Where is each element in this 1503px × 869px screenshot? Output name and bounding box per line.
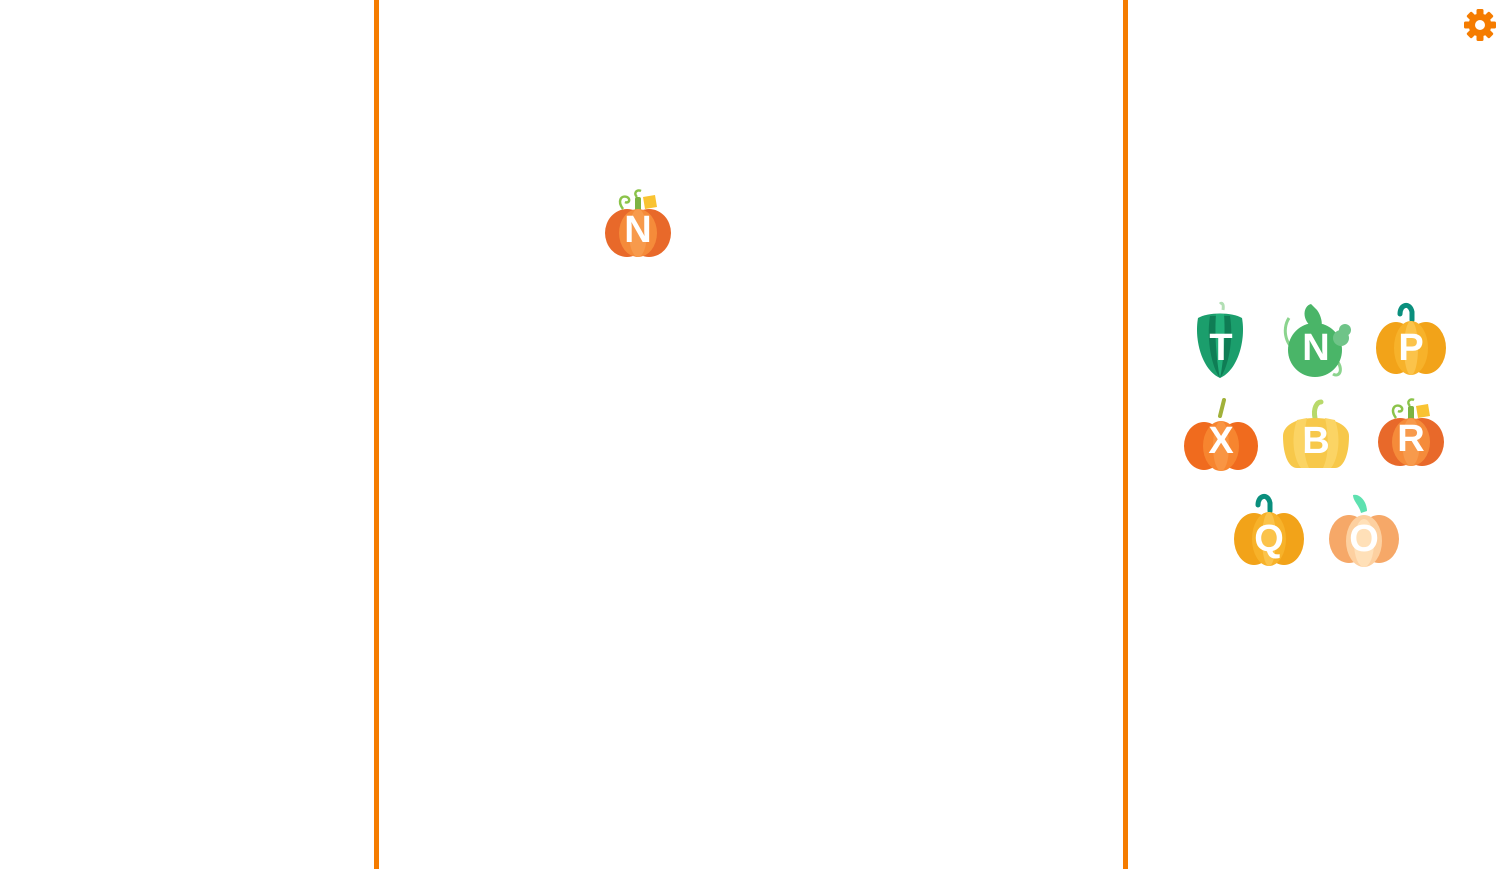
pumpkin-icon: [1184, 398, 1258, 471]
letter-pumpkin[interactable]: X: [1180, 396, 1262, 476]
game-stage: N T N P X B R Q O: [0, 0, 1503, 869]
squash-icon: [1196, 301, 1244, 378]
letter-pumpkin[interactable]: P: [1370, 300, 1452, 380]
pumpkin-icon: [1283, 399, 1349, 468]
pumpkin-icon: [1376, 303, 1446, 375]
letter-pumpkin[interactable]: B: [1275, 396, 1357, 476]
letter-pumpkin[interactable]: R: [1370, 396, 1452, 476]
pumpkin-icon: [1329, 494, 1399, 567]
letter-pumpkin[interactable]: O: [1323, 491, 1405, 571]
pumpkin-icon: [605, 189, 671, 257]
letter-pumpkin[interactable]: Q: [1228, 491, 1310, 571]
right-divider: [1123, 0, 1128, 869]
placed-pumpkin[interactable]: N: [597, 187, 679, 267]
pumpkin-icon: [1378, 398, 1444, 466]
letter-pumpkin[interactable]: T: [1180, 300, 1262, 380]
letter-pumpkin[interactable]: N: [1275, 300, 1357, 380]
pumpkin-icon: [1234, 494, 1304, 566]
gear-icon: [1464, 9, 1496, 41]
settings-button[interactable]: [1463, 8, 1497, 42]
left-divider: [374, 0, 379, 869]
gourd-icon: [1283, 304, 1351, 377]
